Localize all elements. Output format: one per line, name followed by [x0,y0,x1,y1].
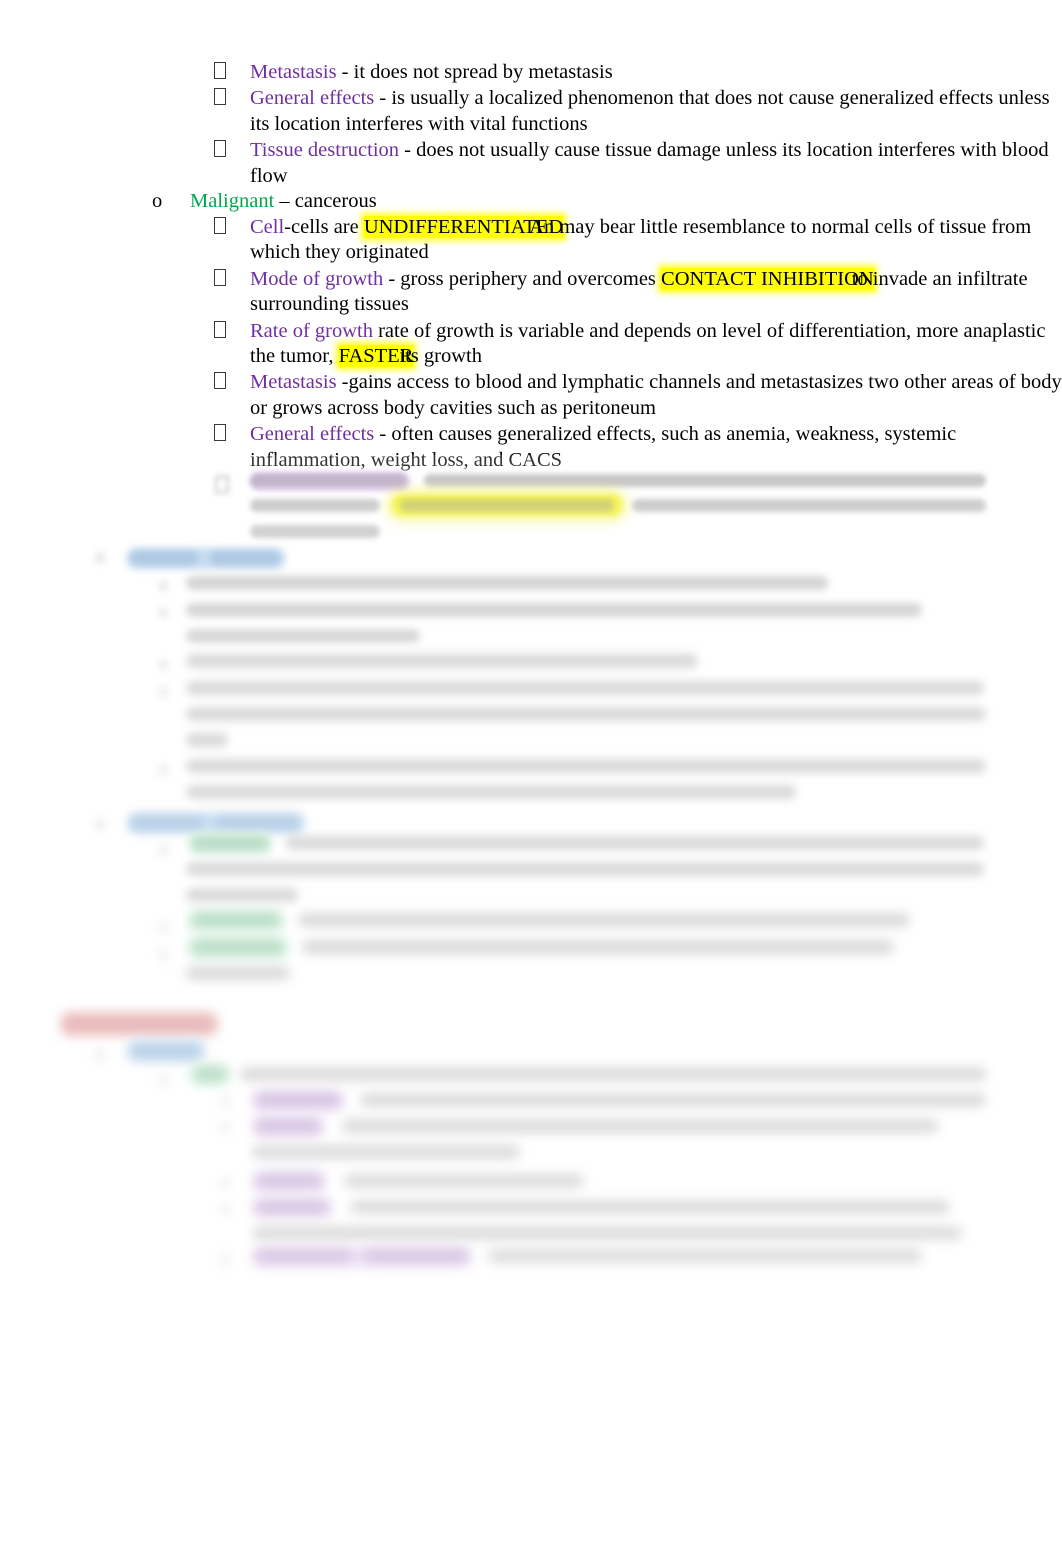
blurred-text-run [186,966,290,980]
blurred-text-run [256,1249,352,1263]
list-marker [222,1204,229,1214]
blurred-text-run [186,785,796,799]
bullet-tofu-icon [216,474,228,499]
blurred-text-run [632,499,986,512]
blurred-text-run [256,1119,320,1133]
outline-marker [96,820,104,830]
blurred-text-run [424,474,986,487]
list-marker [160,608,167,618]
blurred-text-run [360,1093,986,1107]
outline-marker [96,1050,104,1060]
blurred-text-run [286,836,984,850]
blurred-heading-text [130,551,198,565]
blurred-text-run [186,576,828,590]
blurred-text-run [342,1119,938,1133]
list-marker [160,923,167,933]
blurred-text-run [186,707,986,721]
blurred-text-run [250,525,380,538]
outline-marker [96,553,104,563]
blurred-text-run [256,1093,340,1107]
list-marker [160,765,167,775]
list-marker [160,687,167,697]
blurred-heading-text [210,551,280,565]
blurred-heading-text [64,1016,214,1032]
blurred-text-run [256,1200,328,1214]
blurred-text-run [186,888,298,902]
blurred-heading-text [131,816,205,830]
list-marker [222,1122,229,1132]
blurred-text-run [186,759,986,773]
blurred-text-run [186,681,984,695]
blurred-heading-text [214,816,300,830]
blurred-heading-text [131,1044,201,1058]
blurred-text-run [186,629,420,643]
blurred-text-run [240,1067,986,1081]
blurred-text-run [250,474,406,487]
list-marker [160,660,167,670]
blurred-text-run [400,499,614,512]
list-marker [160,581,167,591]
document-page: Metastasis - it does not spread by metas… [0,0,1062,1561]
blurred-text-run [350,1200,950,1214]
blurred-text-run [192,913,280,927]
blurred-text-run [302,940,894,954]
list-marker [222,1178,229,1188]
blurred-text-run [186,862,984,876]
list-marker [160,950,167,960]
blurred-text-run [252,1145,520,1159]
blurred-text-run [186,603,922,617]
blurred-content-zone [0,0,1062,1561]
blurred-text-run [250,499,380,512]
blurred-text-run [344,1174,584,1188]
list-marker [222,1255,229,1265]
blurred-text-run [192,836,268,850]
blurred-text-run [252,1226,962,1240]
blurred-text-run [186,654,698,668]
blurred-text-run [298,913,910,927]
blurred-text-run [192,940,284,954]
blurred-text-run [364,1249,468,1263]
blurred-text-run [488,1249,922,1263]
list-marker [222,1096,229,1106]
blurred-text-run [256,1174,322,1188]
list-marker [160,1076,167,1086]
blurred-text-run [194,1067,226,1081]
blurred-text-run [186,733,228,747]
list-marker [160,845,167,855]
